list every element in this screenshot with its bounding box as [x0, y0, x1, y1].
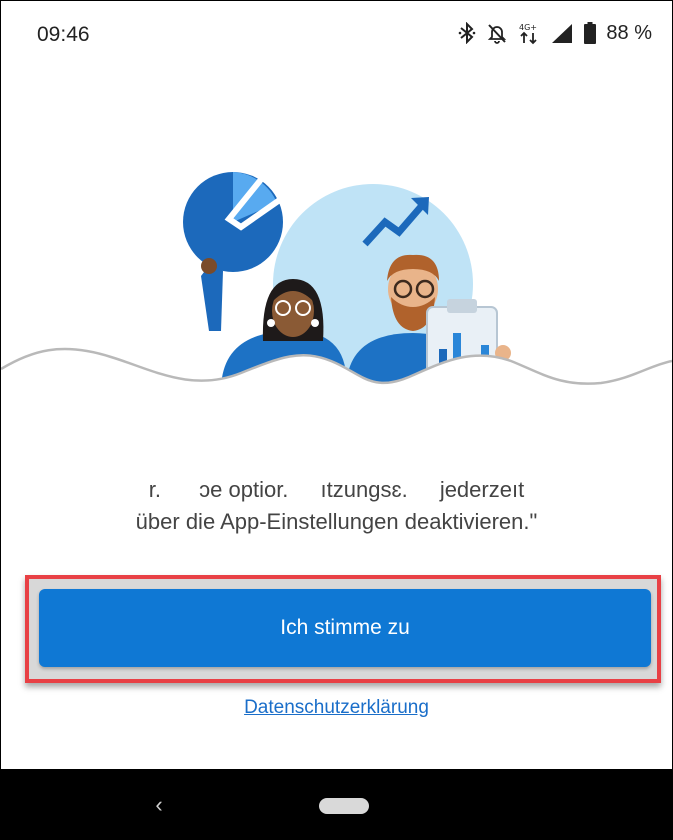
- consent-fragment: r.: [148, 477, 162, 502]
- bluetooth-icon: [458, 22, 476, 44]
- consent-text-line1: r. ɔe optior. ıtzungsɛ. jederzeıt: [61, 475, 612, 505]
- network-4g-icon: 4G+: [518, 21, 540, 45]
- privacy-policy-link[interactable]: Datenschutzerklärung: [1, 697, 672, 719]
- back-chevron-icon[interactable]: ‹: [147, 793, 171, 817]
- status-icons: 4G+ 88 %: [458, 21, 652, 45]
- network-label: 4G+: [519, 23, 537, 32]
- battery-percentage: 88 %: [606, 21, 652, 44]
- consent-fragment: ɔe optior.: [199, 477, 289, 502]
- home-pill-icon[interactable]: [319, 798, 369, 814]
- agree-button[interactable]: Ich stimme zu: [39, 589, 651, 667]
- consent-text-line2: über die App-Einstellungen deaktivieren.…: [135, 509, 538, 534]
- phone-screen: 09:46 4G+ 88 % r. ɔe optior. ıtzungsɛ. j…: [0, 0, 673, 840]
- consent-fragment: ıtzungsɛ.: [320, 477, 408, 502]
- signal-icon: [550, 22, 574, 44]
- navigation-bar: ‹: [1, 769, 672, 839]
- people-with-charts-illustration: [1, 131, 672, 431]
- battery-icon: [584, 22, 597, 44]
- notifications-off-icon: [486, 22, 508, 44]
- status-bar: 09:46 4G+ 88 %: [1, 1, 672, 61]
- consent-fragment: jederzeıt: [439, 477, 525, 502]
- status-time: 09:46: [37, 23, 90, 46]
